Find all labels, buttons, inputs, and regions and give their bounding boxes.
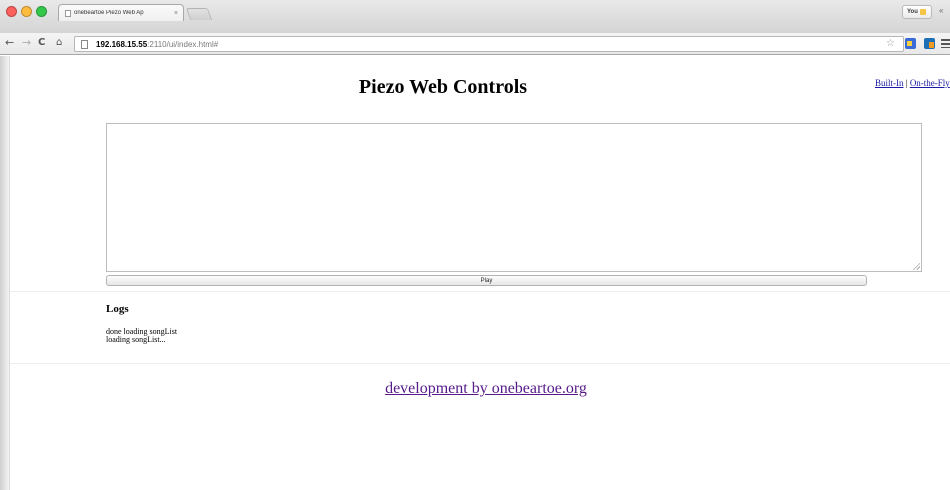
top-links: Built-In | On-the-Fly [875, 78, 950, 88]
page-icon [65, 9, 71, 17]
window-control-icon[interactable]: « [939, 6, 943, 15]
profile-button[interactable]: You [902, 5, 932, 19]
browser-window: onebeartoe Piezo Web Ap × You « ← → C ⌂ … [0, 0, 950, 490]
window-edge [0, 56, 10, 490]
page-title: Piezo Web Controls [358, 76, 528, 98]
url-host: 192.168.15.55 [96, 39, 148, 49]
title-bar: onebeartoe Piezo Web Ap × You « [0, 0, 950, 33]
play-button[interactable]: Play [106, 275, 867, 286]
forward-icon[interactable]: → [22, 37, 31, 49]
tab-title: onebeartoe Piezo Web Ap [74, 10, 144, 16]
back-icon[interactable]: ← [5, 37, 14, 49]
profile-icon [919, 9, 926, 15]
bookmark-star-icon[interactable]: ☆ [886, 38, 895, 49]
page-content: Piezo Web Controls Built-In | On-the-Fly… [0, 56, 950, 490]
page-icon [81, 39, 88, 49]
tab-close-icon[interactable]: × [174, 10, 183, 17]
home-icon[interactable]: ⌂ [56, 37, 62, 49]
song-textarea[interactable] [106, 123, 922, 272]
log-list: done loading songList loading songList..… [106, 328, 177, 344]
extension-icon[interactable] [905, 38, 916, 49]
extension-icon[interactable] [924, 38, 935, 49]
on-the-fly-link[interactable]: On-the-Fly [910, 78, 950, 88]
browser-toolbar: ← → C ⌂ 192.168.15.55 :2110/ui/index.htm… [0, 33, 950, 55]
menu-icon[interactable] [941, 39, 950, 48]
browser-tab[interactable]: onebeartoe Piezo Web Ap × [58, 4, 184, 21]
resize-grip-icon[interactable] [912, 262, 920, 270]
address-bar[interactable]: 192.168.15.55 :2110/ui/index.html# [74, 36, 904, 52]
divider [0, 363, 950, 364]
reload-icon[interactable]: C [38, 37, 45, 49]
profile-label: You [907, 9, 918, 15]
footer-link[interactable]: development by onebeartoe.org [0, 380, 950, 398]
log-entry: loading songList... [106, 335, 166, 344]
minimize-window-button[interactable] [21, 6, 32, 17]
url-path: :2110/ui/index.html# [147, 39, 219, 49]
maximize-window-button[interactable] [36, 6, 47, 17]
logs-heading: Logs [106, 303, 129, 315]
close-window-button[interactable] [6, 6, 17, 17]
divider [0, 291, 950, 292]
new-tab-button[interactable] [185, 8, 213, 20]
built-in-link[interactable]: Built-In [875, 78, 904, 88]
